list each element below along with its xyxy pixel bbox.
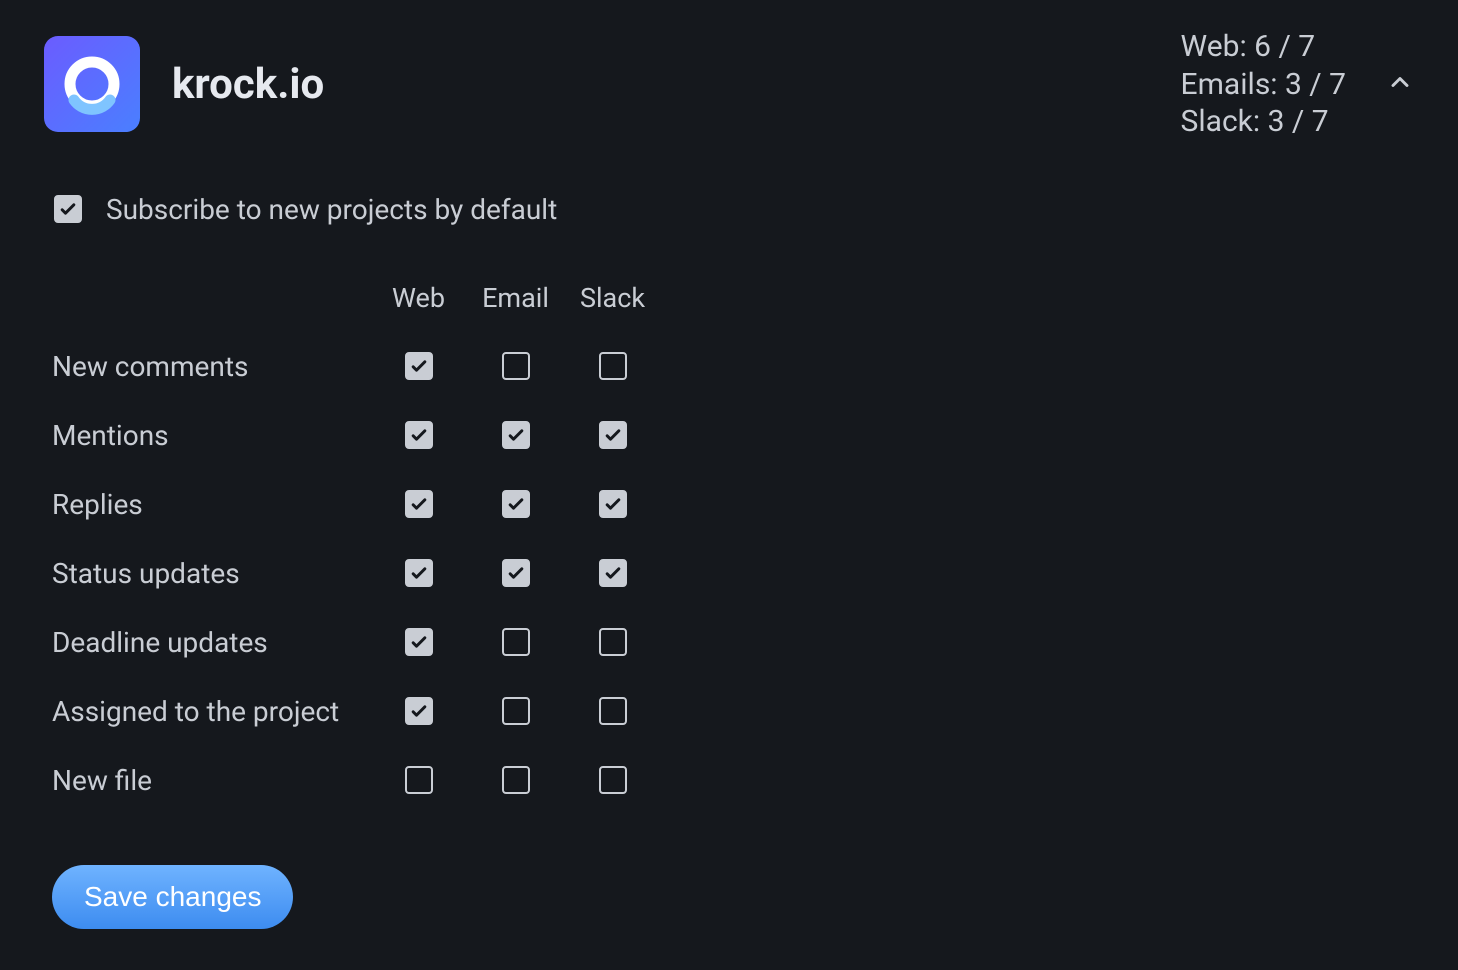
web-checkbox[interactable] [405, 421, 433, 449]
cell-web [370, 352, 467, 380]
brand-name: krock.io [172, 60, 324, 109]
cell-slack [564, 766, 661, 794]
column-web: Web [370, 282, 467, 314]
row-label: Replies [52, 488, 370, 521]
summary-emails: Emails: 3 / 7 [1181, 66, 1346, 104]
summary-web: Web: 6 / 7 [1181, 28, 1346, 66]
slack-checkbox[interactable] [599, 490, 627, 518]
web-checkbox[interactable] [405, 766, 433, 794]
row-label: Assigned to the project [52, 695, 370, 728]
web-checkbox[interactable] [405, 490, 433, 518]
email-checkbox[interactable] [502, 352, 530, 380]
header: krock.io Web: 6 / 7 Emails: 3 / 7 Slack:… [44, 28, 1414, 141]
cell-web [370, 559, 467, 587]
collapse-toggle[interactable] [1386, 68, 1414, 100]
cell-slack [564, 559, 661, 587]
web-checkbox[interactable] [405, 697, 433, 725]
slack-checkbox[interactable] [599, 421, 627, 449]
cell-email [467, 352, 564, 380]
slack-checkbox[interactable] [599, 766, 627, 794]
cell-web [370, 421, 467, 449]
save-button[interactable]: Save changes [52, 865, 293, 929]
cell-email [467, 628, 564, 656]
row-label: Mentions [52, 419, 370, 452]
cell-slack [564, 628, 661, 656]
cell-slack [564, 352, 661, 380]
email-checkbox[interactable] [502, 766, 530, 794]
table-row: Deadline updates [52, 626, 1414, 659]
web-checkbox[interactable] [405, 559, 433, 587]
slack-checkbox[interactable] [599, 559, 627, 587]
subscribe-default-checkbox[interactable] [54, 195, 82, 223]
table-row: Replies [52, 488, 1414, 521]
summary-panel: Web: 6 / 7 Emails: 3 / 7 Slack: 3 / 7 [1181, 28, 1414, 141]
table-row: Mentions [52, 419, 1414, 452]
slack-checkbox[interactable] [599, 352, 627, 380]
row-label: New comments [52, 350, 370, 383]
table-row: New comments [52, 350, 1414, 383]
cell-email [467, 697, 564, 725]
row-label: New file [52, 764, 370, 797]
slack-checkbox[interactable] [599, 697, 627, 725]
cell-web [370, 628, 467, 656]
cell-slack [564, 421, 661, 449]
column-slack: Slack [564, 282, 661, 314]
email-checkbox[interactable] [502, 490, 530, 518]
row-label: Deadline updates [52, 626, 370, 659]
cell-slack [564, 697, 661, 725]
slack-checkbox[interactable] [599, 628, 627, 656]
summary-counts: Web: 6 / 7 Emails: 3 / 7 Slack: 3 / 7 [1181, 28, 1346, 141]
chevron-up-icon [1386, 68, 1414, 96]
table-header: Web Email Slack [52, 282, 1414, 314]
email-checkbox[interactable] [502, 628, 530, 656]
row-label: Status updates [52, 557, 370, 590]
table-row: Assigned to the project [52, 695, 1414, 728]
subscribe-default-label: Subscribe to new projects by default [106, 193, 557, 226]
summary-slack: Slack: 3 / 7 [1181, 103, 1346, 141]
brand-logo-icon [60, 52, 124, 116]
table-row: New file [52, 764, 1414, 797]
subscribe-default-row: Subscribe to new projects by default [54, 193, 1414, 226]
web-checkbox[interactable] [405, 628, 433, 656]
cell-email [467, 421, 564, 449]
cell-web [370, 490, 467, 518]
column-email: Email [467, 282, 564, 314]
email-checkbox[interactable] [502, 559, 530, 587]
brand: krock.io [44, 36, 324, 132]
notification-table: Web Email Slack New comments Mentions Repl… [52, 282, 1414, 797]
cell-email [467, 490, 564, 518]
cell-web [370, 697, 467, 725]
cell-web [370, 766, 467, 794]
email-checkbox[interactable] [502, 697, 530, 725]
table-row: Status updates [52, 557, 1414, 590]
brand-logo [44, 36, 140, 132]
cell-slack [564, 490, 661, 518]
cell-email [467, 559, 564, 587]
web-checkbox[interactable] [405, 352, 433, 380]
cell-email [467, 766, 564, 794]
email-checkbox[interactable] [502, 421, 530, 449]
